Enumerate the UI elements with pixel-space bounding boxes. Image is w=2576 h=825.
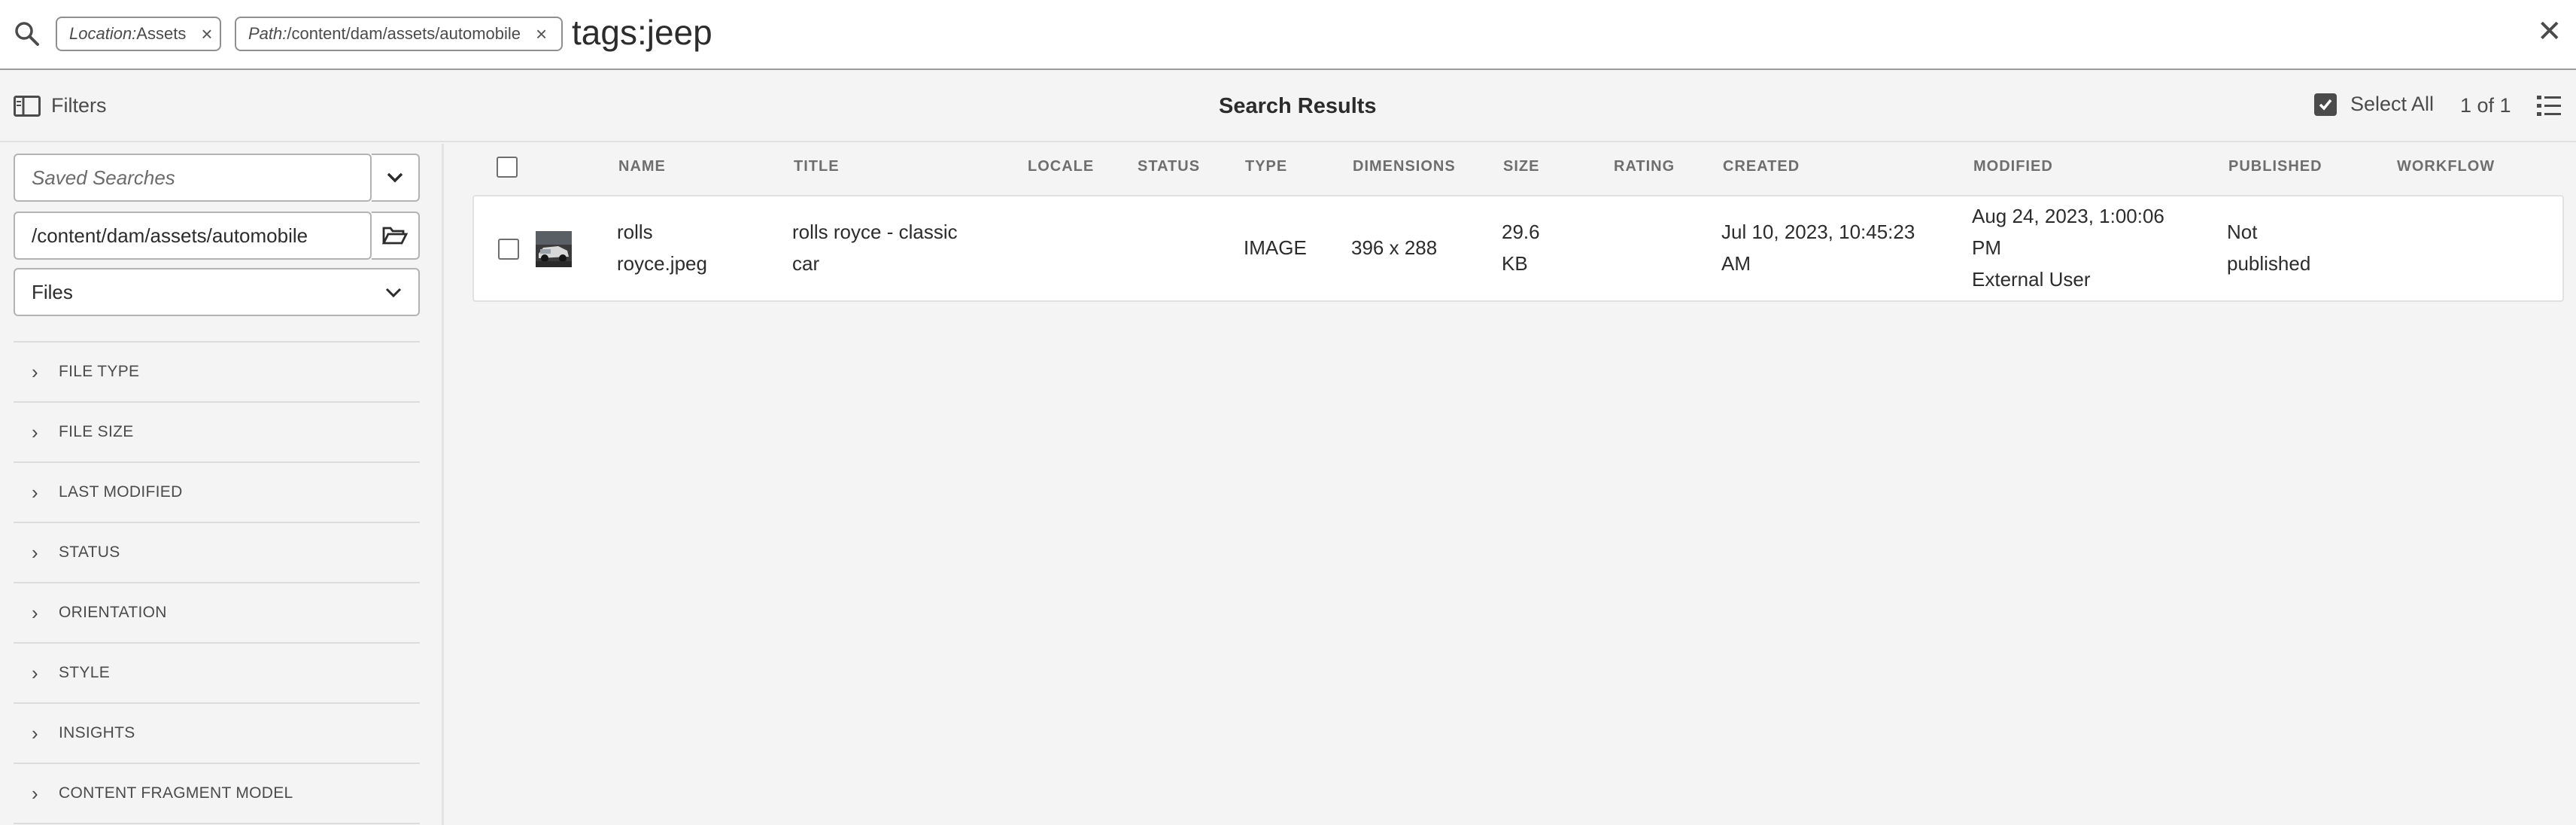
facet-label: INSIGHTS	[59, 724, 135, 741]
modified-by-text: External User	[1972, 268, 2091, 291]
facet-orientation[interactable]: › ORIENTATION	[14, 583, 420, 644]
modified-text: Aug 24, 2023, 1:00:06	[1972, 205, 2164, 227]
omnisearch-bar: Location: Assets × Path: /content/dam/as…	[0, 0, 2576, 70]
path-value: /content/dam/assets/automobile	[32, 224, 308, 247]
column-header-type[interactable]: TYPE	[1245, 158, 1287, 175]
cell-type: IMAGE	[1244, 236, 1307, 259]
chevron-right-icon: ›	[32, 661, 38, 684]
created-text: AM	[1721, 252, 1751, 275]
cell-size: 29.6 KB	[1502, 216, 1540, 279]
facet-label: ORIENTATION	[59, 604, 167, 621]
select-all-rows-checkbox[interactable]	[497, 157, 518, 178]
chevron-down-icon	[387, 172, 403, 183]
search-icon	[14, 20, 41, 47]
location-filter-chip[interactable]: Location: Assets ×	[56, 17, 221, 51]
column-header-workflow[interactable]: WORKFLOW	[2397, 158, 2495, 175]
column-header-size[interactable]: SIZE	[1503, 158, 1539, 175]
search-input[interactable]: tags:jeep	[572, 12, 712, 53]
size-text: 29.6	[1502, 221, 1540, 243]
chevron-right-icon: ›	[32, 601, 38, 624]
chevron-right-icon: ›	[32, 540, 38, 564]
filters-toggle-button[interactable]: Filters	[14, 94, 107, 117]
cell-modified: Aug 24, 2023, 1:00:06 PM External User	[1972, 200, 2164, 295]
cell-published: Not published	[2227, 216, 2310, 279]
row-checkbox[interactable]	[498, 239, 519, 260]
chevron-right-icon: ›	[32, 360, 38, 383]
facet-insights[interactable]: › INSIGHTS	[14, 704, 420, 764]
chevron-down-icon	[385, 288, 402, 298]
column-header-name[interactable]: NAME	[618, 158, 666, 175]
facet-label: FILE TYPE	[59, 363, 140, 380]
path-filter-chip[interactable]: Path: /content/dam/assets/automobile ×	[235, 17, 563, 51]
published-text: published	[2227, 252, 2311, 275]
facet-label: CONTENT FRAGMENT MODEL	[59, 784, 293, 802]
title-text: rolls royce - classic	[792, 221, 958, 243]
created-text: Jul 10, 2023, 10:45:23	[1721, 221, 1915, 243]
view-switcher-list-icon[interactable]	[2535, 93, 2562, 123]
column-header-rating[interactable]: RATING	[1614, 158, 1675, 175]
chip-key: Path:	[248, 24, 287, 43]
facet-label: STYLE	[59, 664, 111, 681]
table-row[interactable]: rolls royce.jpeg rolls royce - classic c…	[472, 195, 2564, 302]
column-header-dimensions[interactable]: DIMENSIONS	[1353, 158, 1456, 175]
cell-created: Jul 10, 2023, 10:45:23 AM	[1721, 216, 1915, 279]
facet-label: FILE SIZE	[59, 423, 134, 440]
chip-value: Assets	[136, 24, 187, 43]
facet-style[interactable]: › STYLE	[14, 644, 420, 704]
filters-label: Filters	[51, 94, 107, 117]
saved-searches-select[interactable]: Saved Searches	[14, 154, 372, 202]
facet-label: LAST MODIFIED	[59, 483, 183, 501]
column-header-modified[interactable]: MODIFIED	[1973, 158, 2053, 175]
checkbox-icon	[2314, 93, 2337, 116]
asset-type-select[interactable]: Files	[14, 268, 420, 316]
chip-value: /content/dam/assets/automobile	[287, 24, 521, 43]
name-text: royce.jpeg	[617, 252, 707, 275]
facet-file-size[interactable]: › FILE SIZE	[14, 403, 420, 463]
column-header-created[interactable]: CREATED	[1723, 158, 1800, 175]
cell-name: rolls royce.jpeg	[617, 216, 707, 279]
saved-searches-dropdown-button[interactable]	[372, 154, 420, 202]
facet-file-type[interactable]: › FILE TYPE	[14, 342, 420, 403]
folder-open-icon	[382, 227, 408, 245]
page-title: Search Results	[1219, 94, 1377, 118]
size-text: KB	[1502, 252, 1528, 275]
chevron-right-icon: ›	[32, 420, 38, 443]
toolbar: Filters Search Results Select All 1 of 1	[0, 72, 2576, 142]
results-table-header: NAME TITLE LOCALE STATUS TYPE DIMENSIONS…	[474, 152, 2565, 182]
column-header-title[interactable]: TITLE	[794, 158, 840, 175]
rail-icon	[14, 95, 41, 117]
select-all-button[interactable]: Select All	[2314, 93, 2434, 116]
column-header-published[interactable]: PUBLISHED	[2228, 158, 2322, 175]
path-browser-button[interactable]	[372, 212, 420, 260]
column-header-locale[interactable]: LOCALE	[1028, 158, 1094, 175]
facet-last-modified[interactable]: › LAST MODIFIED	[14, 463, 420, 523]
cell-title: rolls royce - classic car	[792, 216, 958, 279]
asset-thumbnail	[536, 231, 572, 267]
filter-panel: Saved Searches /content/dam/assets/autom…	[0, 144, 444, 825]
facet-label: STATUS	[59, 543, 120, 561]
chevron-right-icon: ›	[32, 781, 38, 805]
chevron-right-icon: ›	[32, 721, 38, 744]
result-count: 1 of 1	[2460, 94, 2511, 117]
modified-text: PM	[1972, 236, 2001, 259]
path-field[interactable]: /content/dam/assets/automobile	[14, 212, 372, 260]
close-icon[interactable]: ✕	[2537, 17, 2562, 47]
facet-status[interactable]: › STATUS	[14, 523, 420, 583]
chevron-right-icon: ›	[32, 480, 38, 504]
title-text: car	[792, 252, 820, 275]
column-header-status[interactable]: STATUS	[1138, 158, 1200, 175]
cell-dimensions: 396 x 288	[1351, 236, 1438, 259]
remove-chip-icon[interactable]: ×	[536, 24, 547, 44]
published-text: Not	[2227, 221, 2258, 243]
select-all-label: Select All	[2350, 93, 2435, 115]
asset-type-value: Files	[32, 280, 73, 303]
saved-searches-placeholder: Saved Searches	[32, 166, 175, 189]
remove-chip-icon[interactable]: ×	[201, 24, 212, 44]
facet-content-fragment-model[interactable]: › CONTENT FRAGMENT MODEL	[14, 764, 420, 824]
chip-key: Location:	[69, 24, 137, 43]
name-text: rolls	[617, 221, 653, 243]
